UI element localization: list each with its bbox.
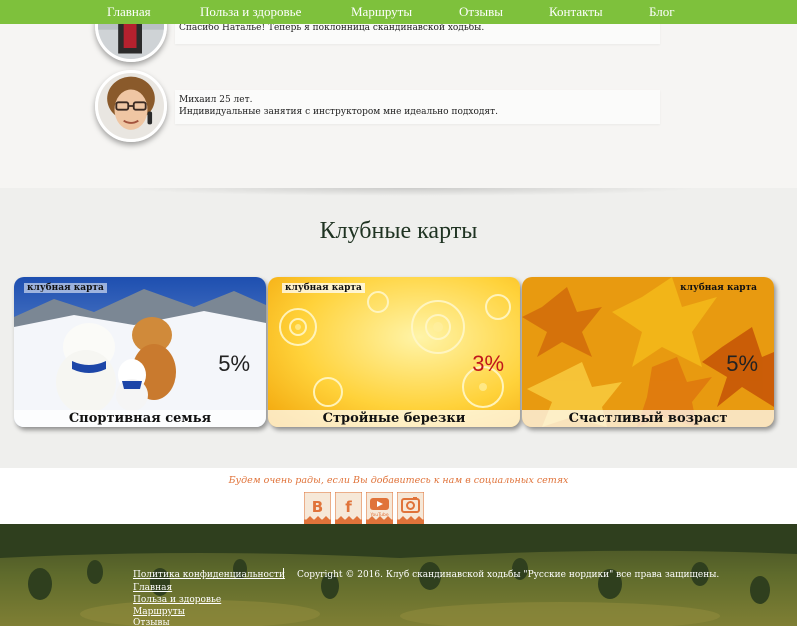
review-bubble-2: Михаил 25 лет. Индивидуальные занятия с …	[175, 90, 660, 124]
privacy-policy-link[interactable]: Политика конфиденциальности	[133, 570, 285, 580]
facebook-icon[interactable]: f	[334, 491, 363, 524]
club-cards-section: Клубные карты клубная карта 5% Спортивна…	[0, 188, 797, 468]
nav-item-contacts[interactable]: Контакты	[549, 4, 603, 20]
card-name: Счастливый возраст	[522, 410, 774, 427]
top-navigation: Главная Польза и здоровье Маршруты Отзыв…	[0, 0, 797, 24]
instagram-icon[interactable]	[396, 491, 425, 524]
reviews-section: Спасибо Наталье! Теперь я поклонница ска…	[0, 0, 797, 188]
card-discount: 3%	[472, 351, 504, 376]
card-tag: клубная карта	[24, 283, 107, 293]
club-card-happy-age[interactable]: клубная карта 5% Счастливый возраст	[522, 277, 774, 427]
footer-link-reviews[interactable]: Отзывы	[133, 618, 170, 626]
social-invite-text: Будем очень рады, если Вы добавитесь к н…	[228, 475, 569, 486]
nav-item-routes[interactable]: Маршруты	[351, 4, 412, 20]
footer-link-home[interactable]: Главная	[133, 583, 172, 593]
social-section: Будем очень рады, если Вы добавитесь к н…	[0, 468, 797, 524]
card-name: Спортивная семья	[14, 410, 266, 427]
card-tag: клубная карта	[680, 283, 757, 293]
copyright-text: Copyright © 2016. Клуб скандинавской ход…	[297, 570, 720, 580]
svg-text:f: f	[345, 498, 352, 516]
card-discount: 5%	[218, 351, 250, 376]
footer: Политика конфиденциальности Copyright © …	[0, 524, 797, 626]
footer-divider	[283, 568, 284, 579]
footer-link-health[interactable]: Польза и здоровье	[133, 595, 221, 605]
club-card-sport-family[interactable]: клубная карта 5% Спортивная семья	[14, 277, 266, 427]
card-tag: клубная карта	[282, 283, 365, 293]
footer-link-routes[interactable]: Маршруты	[133, 607, 185, 617]
youtube-icon[interactable]: YouTube	[365, 491, 394, 524]
review-text: Спасибо Наталье! Теперь я поклонница ска…	[179, 23, 485, 33]
nav-item-home[interactable]: Главная	[107, 4, 151, 20]
review-author: Михаил 25 лет.	[179, 95, 253, 105]
svg-text:B: B	[312, 498, 323, 516]
nav-item-health[interactable]: Польза и здоровье	[200, 4, 301, 20]
avatar-photo-icon	[98, 73, 164, 139]
reviewer-avatar-2	[95, 70, 167, 142]
review-text: Индивидуальные занятия с инструктором мн…	[179, 107, 498, 117]
nav-item-reviews[interactable]: Отзывы	[459, 4, 503, 20]
nav-item-blog[interactable]: Блог	[649, 4, 675, 20]
card-name: Стройные березки	[268, 410, 520, 427]
section-divider	[120, 188, 700, 196]
section-title: Клубные карты	[319, 218, 478, 244]
card-discount: 5%	[726, 351, 758, 376]
vk-icon[interactable]: B	[303, 491, 332, 524]
club-card-slim-birches[interactable]: клубная карта 3% Стройные березки	[268, 277, 520, 427]
